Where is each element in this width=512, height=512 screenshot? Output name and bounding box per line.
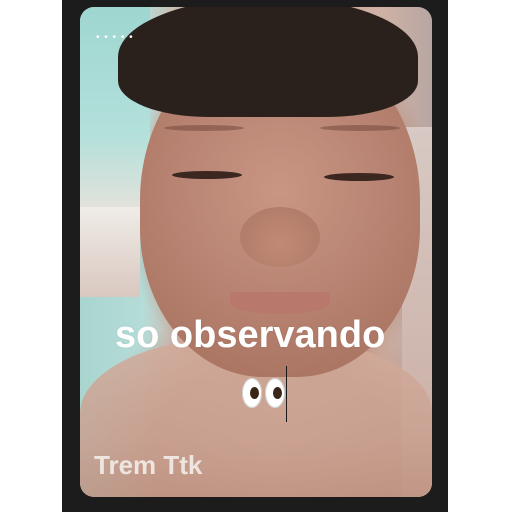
background-object: [80, 207, 140, 297]
pupil-left: [250, 387, 259, 399]
eyes-emoji-icon: [240, 376, 288, 416]
story-progress-indicator: • • • • •: [96, 32, 134, 43]
text-cursor: [286, 366, 287, 422]
story-caption: so observando: [115, 314, 386, 356]
right-eye: [324, 173, 394, 181]
mouth: [230, 292, 330, 314]
right-eyebrow: [320, 125, 400, 131]
nose: [240, 207, 320, 267]
pupil-right: [273, 387, 282, 399]
hair: [118, 7, 418, 117]
author-watermark: Trem Ttk: [94, 450, 203, 480]
left-eye: [172, 171, 242, 179]
page: • • • • • so observando Trem Ttk: [0, 0, 512, 512]
story-photo: [80, 7, 432, 497]
left-eyebrow: [164, 125, 244, 131]
